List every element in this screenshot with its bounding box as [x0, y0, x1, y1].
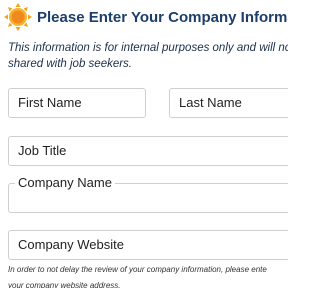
- company-info-form-page: Please Enter Your Company Information Th…: [0, 0, 288, 288]
- website-note: In order to not delay the review of your…: [8, 262, 288, 288]
- first-name-placeholder: First Name: [18, 95, 82, 110]
- form-header: Please Enter Your Company Information: [0, 3, 288, 33]
- job-title-placeholder: Job Title: [18, 143, 67, 158]
- company-website-placeholder: Company Website: [18, 237, 124, 252]
- last-name-placeholder: Last Name: [179, 95, 242, 110]
- intro-line-1: This information is for internal purpose…: [8, 42, 288, 54]
- page-title: Please Enter Your Company Information: [37, 9, 288, 26]
- sun-badge-icon: [4, 3, 32, 31]
- company-name-label: Company Name: [15, 175, 115, 190]
- note-line-2: your company website address.: [8, 281, 121, 288]
- intro-line-2: shared with job seekers.: [8, 58, 133, 70]
- note-line-1: In order to not delay the review of your…: [8, 265, 267, 274]
- intro-text: This information is for internal purpose…: [8, 40, 288, 72]
